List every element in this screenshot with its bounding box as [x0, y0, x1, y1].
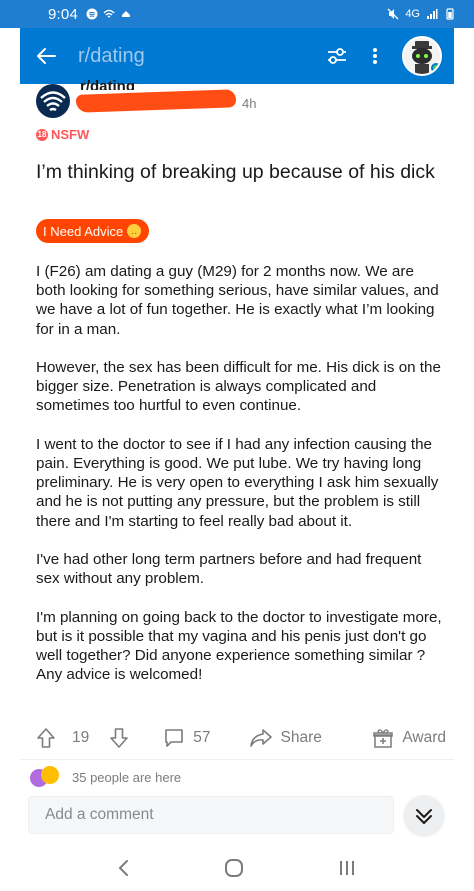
system-nav-bar — [0, 845, 474, 891]
presence-avatars — [30, 766, 64, 788]
battery-icon — [446, 8, 454, 20]
body-paragraph: However, the sex has been difficult for … — [36, 359, 441, 415]
cloud-icon — [122, 11, 130, 17]
upvote-icon[interactable] — [36, 727, 56, 749]
comment-placeholder: Add a comment — [45, 806, 154, 823]
signal-icon — [427, 9, 438, 19]
divider — [20, 759, 454, 760]
status-bar: 9:04 4G — [0, 0, 474, 28]
comment-count: 57 — [193, 729, 211, 746]
share-arrow-icon — [249, 729, 272, 747]
body-paragraph: I (F26) am dating a guy (M29) for 2 mont… — [36, 263, 439, 338]
dating-subreddit-logo-icon — [40, 91, 66, 112]
nsfw-label: NSFW — [51, 127, 90, 142]
share-button[interactable]: Share — [249, 727, 322, 749]
spotify-icon — [86, 8, 98, 20]
comment-icon — [165, 729, 184, 747]
avatar — [41, 766, 59, 784]
award-button[interactable]: Award — [372, 727, 446, 749]
post-title: I’m thinking of breaking up because of h… — [36, 161, 435, 183]
double-chevron-down-icon — [416, 809, 432, 824]
post-header: r/dating 4h — [36, 78, 456, 124]
nav-back-icon[interactable] — [116, 858, 132, 878]
user-avatar[interactable] — [402, 36, 442, 76]
nav-home-icon[interactable] — [223, 857, 245, 879]
post-subreddit-name[interactable]: r/dating — [80, 78, 135, 90]
presence-text: 35 people are here — [72, 769, 182, 785]
award-label: Award — [402, 729, 446, 746]
presence-indicator: 35 people are here — [30, 766, 181, 788]
network-type: 4G — [405, 8, 420, 20]
back-button[interactable] — [32, 42, 60, 70]
post-body: I (F26) am dating a guy (M29) for 2 mont… — [36, 262, 446, 704]
online-status-dot — [431, 63, 440, 73]
post-flair[interactable]: I Need Advice ‥ — [36, 219, 150, 243]
nav-recents-icon[interactable] — [336, 858, 358, 878]
app-bar: r/dating — [20, 28, 454, 84]
nsfw-icon: 18 — [36, 128, 48, 141]
subreddit-icon[interactable] — [36, 84, 70, 118]
worried-face-emoji-icon: ‥ — [127, 224, 142, 238]
post-action-row: 19 57 Share Award — [36, 724, 446, 752]
body-paragraph: I went to the doctor to see if I had any… — [36, 435, 439, 530]
wifi-calling-icon — [103, 9, 115, 18]
username-redaction — [75, 89, 237, 113]
add-comment-input[interactable]: Add a comment — [28, 796, 394, 834]
downvote-icon[interactable] — [109, 727, 129, 749]
nsfw-badge: 18 NSFW — [36, 127, 89, 142]
body-paragraph: I've had other long term partners before… — [36, 551, 422, 588]
jump-to-next-button[interactable] — [403, 795, 445, 837]
more-options-icon[interactable] — [372, 45, 378, 67]
sort-filter-icon[interactable] — [326, 45, 348, 67]
status-time: 9:04 — [48, 5, 78, 23]
post-age: 4h — [242, 96, 257, 111]
comments-button[interactable]: 57 — [163, 727, 211, 749]
share-label: Share — [280, 729, 322, 746]
vote-count: 19 — [72, 729, 90, 746]
app-bar-subreddit[interactable]: r/dating — [78, 45, 145, 68]
flair-label: I Need Advice — [43, 223, 124, 239]
arrow-left-icon — [37, 48, 56, 64]
mute-icon — [387, 8, 399, 20]
body-paragraph: I'm planning on going back to the doctor… — [36, 608, 442, 684]
gift-award-icon — [373, 729, 394, 748]
